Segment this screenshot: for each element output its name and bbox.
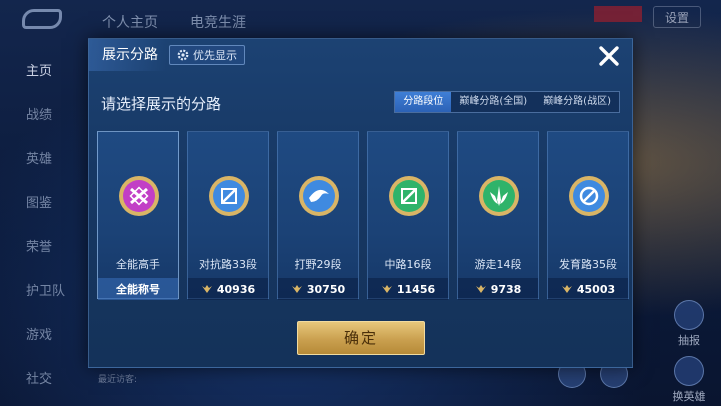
lane-value: 45003 [548, 278, 628, 300]
lane-cards: 全能高手 全能称号 对抗路33段 40936 打野29段 30750 中路16段… [97, 131, 629, 300]
close-icon [599, 46, 619, 66]
left-nav: 主页 战绩 英雄 图鉴 荣誉 护卫队 游戏 社交 [0, 50, 80, 402]
nav-item-social[interactable]: 社交 [0, 358, 80, 402]
lane-value-text: 11456 [396, 282, 436, 296]
lane-value: 11456 [368, 278, 448, 300]
right-badge-label: 抽报 [678, 334, 700, 347]
tab-profile[interactable]: 个人主页 [102, 12, 158, 32]
nav-item-home[interactable]: 主页 [0, 50, 80, 94]
lane-card-roam[interactable]: 游走14段 9738 [457, 131, 539, 300]
report-icon [674, 300, 704, 330]
nav-item-guard-team[interactable]: 护卫队 [0, 270, 80, 314]
back-logo-icon[interactable] [22, 9, 62, 29]
lane-label: 全能高手 [116, 258, 160, 271]
gear-icon [177, 49, 189, 61]
lane-value-text: 40936 [216, 282, 256, 296]
lane-label: 打野29段 [294, 258, 342, 271]
lane-card-farm[interactable]: 发育路35段 45003 [547, 131, 629, 300]
lane-card-all-round[interactable]: 全能高手 全能称号 [97, 131, 179, 300]
combat-power-icon [201, 285, 212, 293]
settings-button[interactable]: 设置 [653, 6, 701, 28]
nav-item-codex[interactable]: 图鉴 [0, 182, 80, 226]
lane-value: 全能称号 [98, 278, 178, 300]
lane-label: 对抗路33段 [199, 258, 257, 271]
lane-value: 9738 [458, 278, 538, 300]
lane-type-tabs: 分路段位 巅峰分路(全国) 巅峰分路(战区) [394, 91, 620, 113]
lane-value: 30750 [278, 278, 358, 300]
nav-item-honor[interactable]: 荣誉 [0, 226, 80, 270]
lane-card-mid[interactable]: 中路16段 11456 [367, 131, 449, 300]
lane-label: 中路16段 [384, 258, 432, 271]
lane-label: 发育路35段 [559, 258, 617, 271]
right-badge-swap-hero[interactable]: 换英雄 [671, 356, 707, 404]
tab-peak-lane-region[interactable]: 巅峰分路(战区) [535, 92, 619, 112]
nav-item-games[interactable]: 游戏 [0, 314, 80, 358]
clash-lane-emblem-icon [209, 176, 249, 216]
priority-display-button[interactable]: 优先显示 [169, 45, 245, 65]
display-lane-dialog: 展示分路 优先显示 请选择展示的分路 分路段位 巅峰分路(全国) 巅峰分路(战区… [88, 38, 633, 368]
lane-value-text: 9738 [490, 282, 522, 296]
lane-value-text: 45003 [576, 282, 616, 296]
lane-value: 40936 [188, 278, 268, 300]
jungle-emblem-icon [299, 176, 339, 216]
lane-card-jungle[interactable]: 打野29段 30750 [277, 131, 359, 300]
close-button[interactable] [596, 43, 622, 69]
right-badge-label-2: 换英雄 [672, 390, 706, 403]
combat-power-icon [291, 285, 302, 293]
recent-visitors-label: 最近访客: [98, 375, 138, 385]
mid-lane-emblem-icon [389, 176, 429, 216]
confirm-button[interactable]: 确定 [297, 321, 425, 355]
dialog-subtitle: 请选择展示的分路 [101, 95, 222, 113]
all-round-emblem-icon [119, 176, 159, 216]
priority-display-label: 优先显示 [193, 49, 237, 62]
nav-item-heroes[interactable]: 英雄 [0, 138, 80, 182]
notice-badge [594, 6, 642, 22]
farm-lane-emblem-icon [569, 176, 609, 216]
lane-card-clash[interactable]: 对抗路33段 40936 [187, 131, 269, 300]
top-bar: 个人主页 电竞生涯 设置 [0, 0, 721, 38]
combat-power-icon [561, 285, 572, 293]
swap-hero-icon [674, 356, 704, 386]
dialog-header: 展示分路 优先显示 [89, 39, 632, 71]
lane-label: 游走14段 [474, 258, 522, 271]
nav-item-records[interactable]: 战绩 [0, 94, 80, 138]
tab-peak-lane-national[interactable]: 巅峰分路(全国) [451, 92, 535, 112]
roam-emblem-icon [479, 176, 519, 216]
tab-lane-rank[interactable]: 分路段位 [395, 92, 452, 112]
combat-power-icon [381, 285, 392, 293]
lane-value-text: 全能称号 [116, 283, 160, 296]
right-badge-report[interactable]: 抽报 [671, 300, 707, 348]
lane-value-text: 30750 [306, 282, 346, 296]
dialog-title: 展示分路 [89, 39, 167, 71]
tab-esports-career[interactable]: 电竞生涯 [190, 12, 246, 32]
combat-power-icon [475, 285, 486, 293]
